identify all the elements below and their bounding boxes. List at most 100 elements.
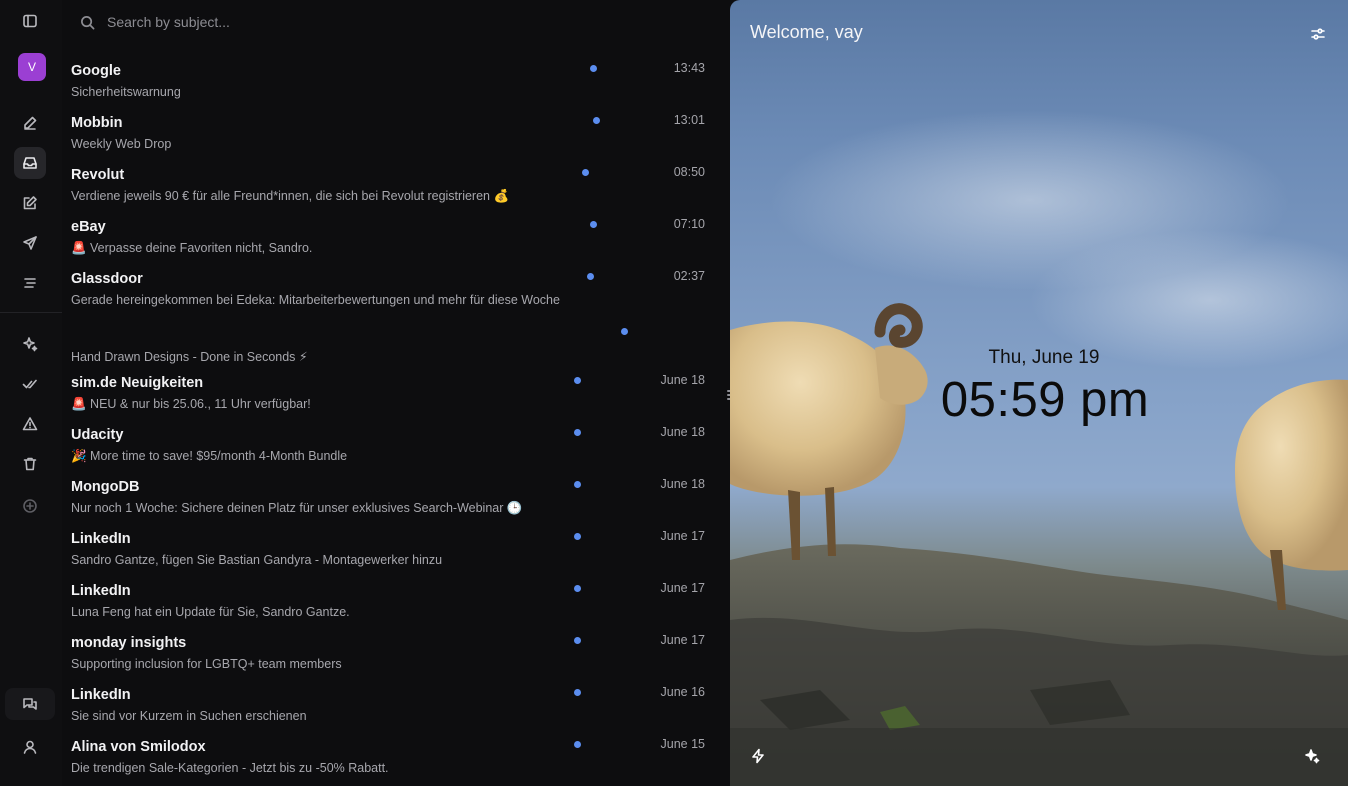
pen-button[interactable] [14, 107, 46, 139]
done-button[interactable] [14, 368, 46, 400]
mail-time: 13:01 [673, 113, 705, 127]
sidebar-toggle-button[interactable] [14, 5, 46, 37]
mail-subject: Luna Feng hat ein Update für Sie, Sandro… [71, 605, 350, 619]
send-icon [23, 236, 37, 250]
unread-dot [574, 377, 581, 384]
list-button[interactable] [14, 267, 46, 299]
add-button[interactable] [14, 490, 46, 522]
mail-time: June 18 [660, 425, 705, 439]
avatar[interactable]: V [18, 53, 46, 81]
mail-subject: Nur noch 1 Woche: Sichere deinen Platz f… [71, 501, 523, 515]
mail-subject: Sicherheitswarnung [71, 85, 181, 99]
current-time: 05:59 pm [940, 373, 1150, 427]
ai-assistant-button[interactable] [1304, 748, 1320, 764]
mail-sender: LinkedIn [71, 687, 131, 703]
mail-sender: Mobbin [71, 115, 123, 131]
alert-icon [22, 417, 38, 431]
unread-dot [590, 65, 597, 72]
mail-item[interactable]: Mobbin Weekly Web Drop 13:01 [62, 108, 730, 160]
quick-actions-button[interactable] [750, 748, 766, 764]
user-icon [23, 740, 37, 754]
compose-button[interactable] [14, 187, 46, 219]
search-bar [62, 0, 730, 44]
mail-item[interactable]: Google Sicherheitswarnung 13:43 [62, 56, 730, 108]
inbox-icon [23, 157, 37, 169]
mail-sender: Google [71, 63, 121, 79]
unread-dot [593, 117, 600, 124]
mail-subject: 🎉 More time to save! $95/month 4-Month B… [71, 449, 348, 463]
mail-item[interactable]: LinkedIn Sie sind vor Kurzem in Suchen er… [62, 680, 730, 732]
mail-item[interactable]: eBay 🚨 Verpasse deine Favoriten nicht, Sa… [62, 212, 730, 264]
mail-item[interactable]: LinkedIn Luna Feng hat ein Update für Sie… [62, 576, 730, 628]
mail-time: June 17 [660, 581, 705, 595]
mail-item[interactable]: Alina von Smilodox Die trendigen Sale-Kat… [62, 732, 730, 784]
mail-item[interactable]: Revolut Verdiene jeweils 90 € für alle Fr… [62, 160, 730, 212]
current-date: Thu, June 19 [988, 347, 1100, 368]
inbox-button[interactable] [14, 147, 46, 179]
mail-item[interactable]: Glassdoor Gerade hereingekommen bei Edeka… [62, 264, 730, 316]
sent-button[interactable] [14, 227, 46, 259]
mail-time: June 16 [660, 685, 705, 699]
mail-subject: Die trendigen Sale-Kategorien - Jetzt bi… [71, 761, 389, 775]
trash-icon [23, 457, 37, 471]
mail-sender: LinkedIn [71, 531, 131, 547]
mail-time: June 17 [660, 529, 705, 543]
mail-subject: Gerade hereingekommen bei Edeka: Mitarbe… [71, 293, 560, 307]
mail-item[interactable]: Hand Drawn Designs - Done in Seconds ⚡ [62, 316, 730, 368]
unread-dot [590, 221, 597, 228]
mail-time: 07:10 [673, 217, 705, 231]
mail-subject: 🚨 NEU & nur bis 25.06., 11 Uhr verfügbar… [71, 397, 311, 411]
mail-subject: Hand Drawn Designs - Done in Seconds ⚡ [71, 350, 308, 364]
mail-subject: Supporting inclusion for LGBTQ+ team mem… [71, 657, 342, 671]
rail-divider [0, 312, 62, 313]
spam-button[interactable] [14, 408, 46, 440]
mail-sender: Revolut [71, 167, 125, 183]
welcome-greeting: Welcome, vay [750, 22, 863, 42]
mail-item[interactable]: LinkedIn Sandro Gantze, fügen Sie Bastian… [62, 524, 730, 576]
mail-time: 02:37 [673, 269, 705, 283]
unread-dot [574, 689, 581, 696]
sidebar-toggle-icon [23, 14, 37, 28]
sliders-icon [1311, 28, 1325, 40]
mail-time: 13:43 [673, 61, 705, 75]
bolt-icon [752, 748, 764, 764]
search-input[interactable] [107, 11, 687, 33]
mail-subject: Sie sind vor Kurzem in Suchen erschienen [71, 709, 307, 723]
mail-sender: eBay [71, 219, 106, 235]
mail-time: June 18 [660, 373, 705, 387]
settings-button[interactable] [1310, 26, 1326, 42]
unread-dot [582, 169, 589, 176]
sparkles-icon [23, 337, 38, 352]
mail-list: Google Sicherheitswarnung 13:43 Mobbin Weekl… [62, 56, 730, 784]
unread-dot [574, 585, 581, 592]
mail-sender: monday insights [71, 635, 187, 651]
mail-sender: MongoDB [71, 479, 140, 495]
mail-subject: 🚨 Verpasse deine Favoriten nicht, Sandro… [71, 241, 313, 255]
mail-sender: Glassdoor [71, 271, 143, 287]
pen-icon [24, 116, 37, 130]
unread-dot [621, 328, 628, 335]
mail-time: 08:50 [673, 165, 705, 179]
icon-rail: V [0, 0, 62, 786]
chat-icon [23, 698, 37, 710]
compose-icon [23, 196, 37, 210]
mail-sender: Alina von Smilodox [71, 739, 206, 755]
mail-subject: Weekly Web Drop [71, 137, 172, 151]
mail-item[interactable]: monday insights Supporting inclusion for … [62, 628, 730, 680]
trash-button[interactable] [14, 448, 46, 480]
profile-button[interactable] [14, 731, 46, 763]
unread-dot [587, 273, 594, 280]
mail-sender: sim.de Neuigkeiten [71, 375, 204, 391]
welcome-panel: Welcome, vay Thu, June 19 05:59 pm [730, 0, 1348, 786]
plus-circle-icon [23, 499, 37, 513]
sparkles-icon [1305, 749, 1320, 764]
mail-item[interactable]: MongoDB Nur noch 1 Woche: Sichere deinen … [62, 472, 730, 524]
chat-button[interactable] [5, 688, 55, 720]
mail-item[interactable]: Udacity 🎉 More time to save! $95/month 4-… [62, 420, 730, 472]
mail-item[interactable]: sim.de Neuigkeiten 🚨 NEU & nur bis 25.06.… [62, 368, 730, 420]
search-icon [81, 16, 95, 30]
mail-sender: LinkedIn [71, 583, 131, 599]
list-icon [24, 278, 36, 288]
ai-button[interactable] [14, 328, 46, 360]
unread-dot [574, 481, 581, 488]
